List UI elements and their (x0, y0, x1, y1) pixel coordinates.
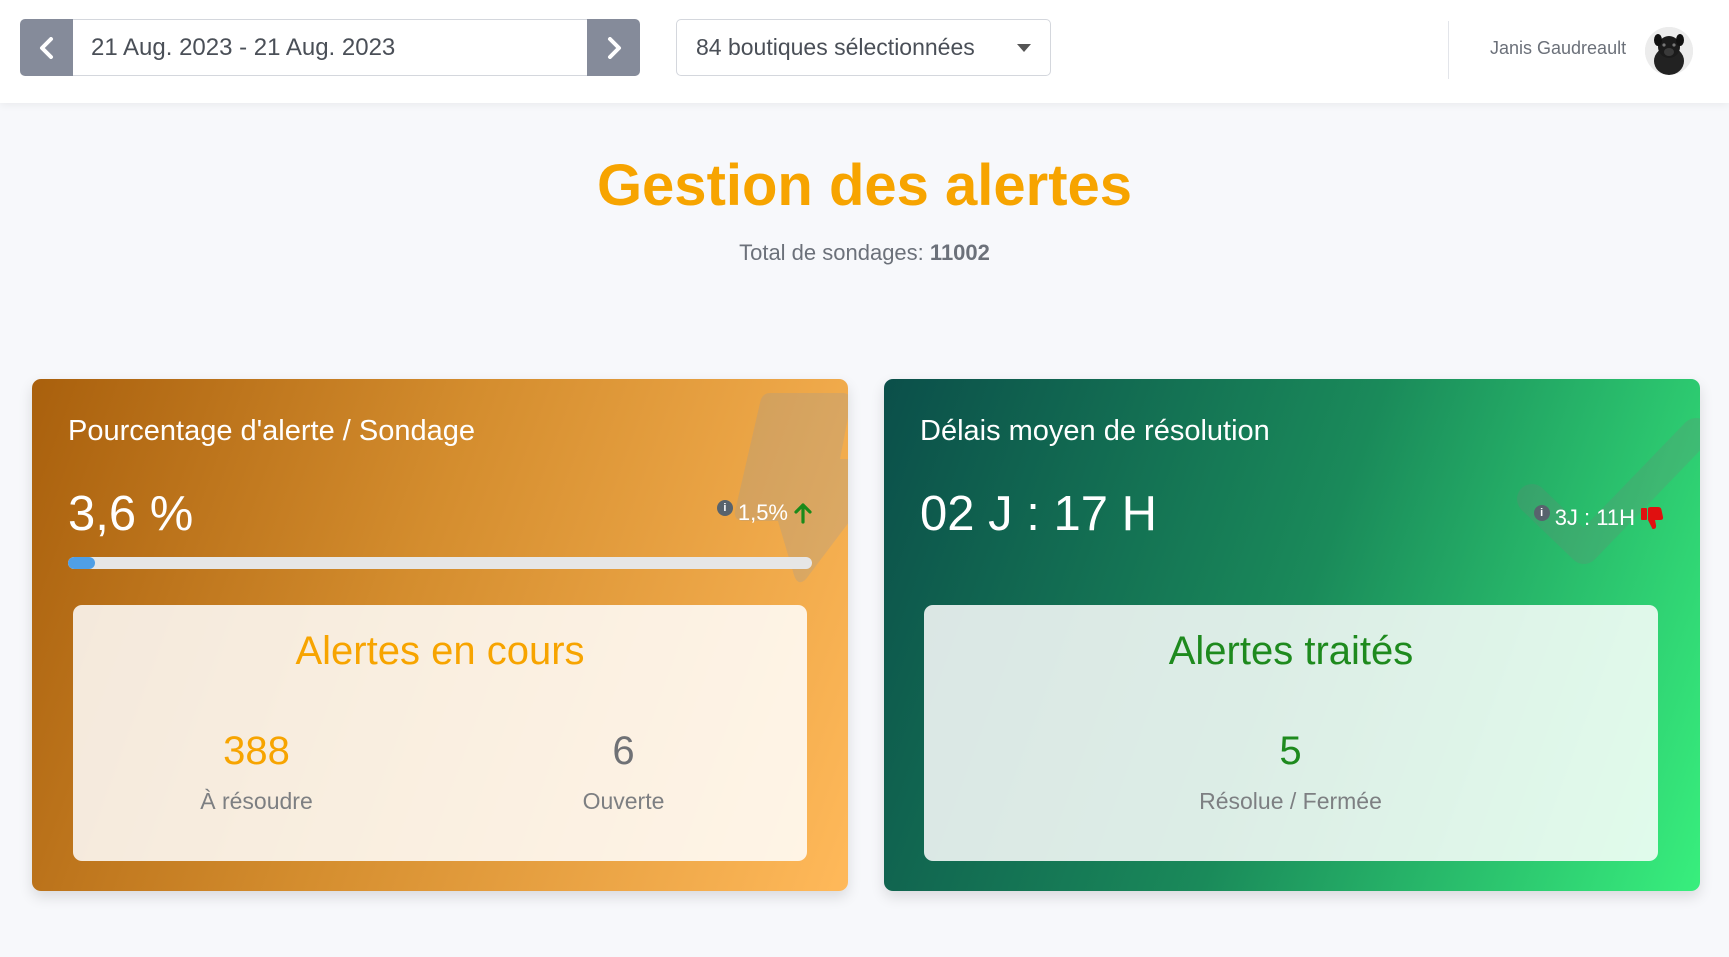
processed-alerts-panel: Alertes traités 5 Résolue / Fermée (924, 605, 1658, 861)
user-name[interactable]: Janis Gaudreault (1490, 38, 1626, 59)
survey-total: Total de sondages: 11002 (0, 240, 1729, 266)
resolution-time-card: Délais moyen de résolution 02 J : 17 H i… (884, 379, 1700, 891)
alert-rate-trend-value: 1,5% (737, 500, 788, 525)
stat-resolved-number: 5 (1279, 729, 1302, 773)
stat-to-resolve-number: 388 (223, 729, 290, 773)
ongoing-alerts-title: Alertes en cours (295, 629, 585, 673)
stat-to-resolve[interactable]: 388 À résoudre (73, 728, 440, 815)
store-select-value: 84 boutiques sélectionnées (696, 34, 975, 60)
thumbs-down-icon (1641, 507, 1664, 529)
chevron-right-icon (607, 36, 621, 59)
stat-open-number: 6 (612, 729, 635, 773)
date-range-picker: 21 Aug. 2023 - 21 Aug. 2023 (20, 19, 640, 76)
processed-alerts-title: Alertes traités (1168, 629, 1414, 673)
store-select-dropdown[interactable]: 84 boutiques sélectionnées (676, 19, 1051, 76)
next-date-button[interactable] (587, 19, 640, 76)
stat-to-resolve-label: À résoudre (200, 788, 313, 814)
caret-down-icon (1017, 44, 1031, 52)
info-icon[interactable]: i (716, 500, 733, 516)
resolution-time-trend: i 3J : 11H (1533, 505, 1664, 531)
previous-date-button[interactable] (20, 19, 73, 76)
ongoing-alerts-panel: Alertes en cours 388 À résoudre 6 Ouvert… (73, 605, 807, 861)
stat-resolved-closed[interactable]: 5 Résolue / Fermée (1107, 728, 1474, 815)
stat-open[interactable]: 6 Ouverte (440, 728, 807, 815)
divider (1448, 21, 1449, 79)
stat-resolved-label: Résolue / Fermée (1199, 788, 1382, 814)
page-title: Gestion des alertes (596, 153, 1133, 218)
survey-total-label: Total de sondages: (739, 240, 924, 265)
alert-rate-value: 3,6 % (68, 487, 194, 541)
arrow-up-icon (794, 503, 812, 524)
chevron-left-icon (39, 36, 53, 59)
avatar[interactable] (1645, 27, 1693, 75)
alert-rate-card: Pourcentage d'alerte / Sondage 3,6 % i 1… (32, 379, 848, 891)
survey-total-value: 11002 (929, 240, 990, 265)
resolution-time-title: Délais moyen de résolution (920, 415, 1270, 447)
stat-open-label: Ouverte (582, 788, 665, 814)
top-bar: 21 Aug. 2023 - 21 Aug. 2023 84 boutiques… (0, 0, 1729, 103)
info-icon[interactable]: i (1533, 505, 1550, 521)
alert-rate-progress-bar (68, 557, 812, 569)
alert-rate-progress-fill (68, 557, 95, 569)
resolution-time-trend-value: 3J : 11H (1554, 505, 1635, 530)
date-range-input[interactable]: 21 Aug. 2023 - 21 Aug. 2023 (73, 19, 587, 76)
resolution-time-value: 02 J : 17 H (920, 487, 1157, 541)
alert-rate-trend: i 1,5% (716, 500, 813, 526)
alert-rate-title: Pourcentage d'alerte / Sondage (68, 415, 476, 447)
checkmark-icon (1517, 418, 1700, 564)
